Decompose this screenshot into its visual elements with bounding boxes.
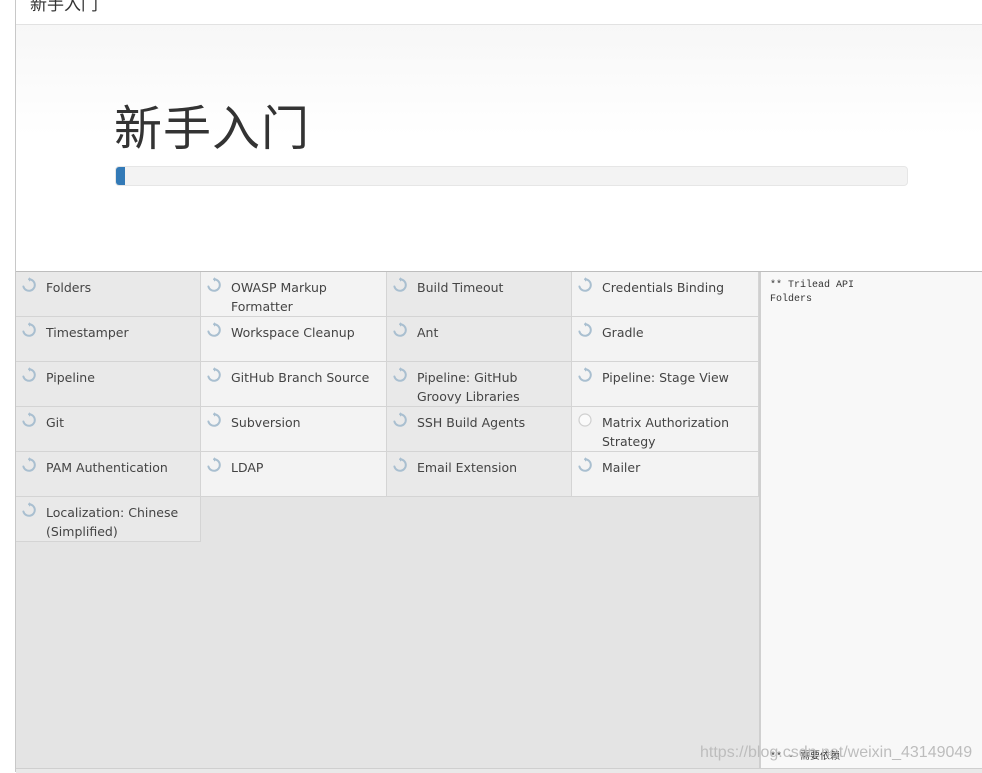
page-title: 新手入门 xyxy=(114,101,311,157)
window-title: 新手入门 xyxy=(30,0,98,15)
plugin-name: Pipeline xyxy=(46,370,95,385)
refresh-icon xyxy=(206,412,222,428)
plugin-item: Matrix Authorization Strategy xyxy=(572,407,759,452)
refresh-icon xyxy=(21,322,37,338)
plugin-install-panel: Folders OWASP Markup Formatter Build Timeo… xyxy=(16,272,760,772)
plugin-item: Mailer xyxy=(572,452,759,497)
install-log-panel: ** Trilead API Folders ** - 需要依赖 xyxy=(760,272,982,772)
refresh-icon xyxy=(21,502,37,518)
plugin-grid: Folders OWASP Markup Formatter Build Timeo… xyxy=(16,272,759,542)
watermark: https://blog.csdn.net/weixin_43149049 xyxy=(700,744,973,761)
plugin-name: Pipeline: GitHub Groovy Libraries xyxy=(417,370,520,404)
refresh-icon xyxy=(577,367,593,383)
plugin-item: Credentials Binding xyxy=(572,272,759,317)
plugin-name: SSH Build Agents xyxy=(417,415,526,430)
plugin-item: OWASP Markup Formatter xyxy=(201,272,387,317)
bottom-border xyxy=(16,768,982,773)
plugin-item: Workspace Cleanup xyxy=(201,317,387,362)
log-line: Folders xyxy=(770,294,813,305)
refresh-icon xyxy=(577,277,593,293)
refresh-icon xyxy=(206,367,222,383)
plugin-name: Folders xyxy=(46,280,92,295)
refresh-icon xyxy=(206,277,222,293)
plugin-item: SSH Build Agents xyxy=(387,407,572,452)
plugin-name: Timestamper xyxy=(46,325,129,340)
plugin-name: Build Timeout xyxy=(417,280,504,295)
plugin-name: GitHub Branch Source xyxy=(231,370,370,385)
plugin-item: Build Timeout xyxy=(387,272,572,317)
plugin-name: Git xyxy=(46,415,65,430)
plugin-name: Ant xyxy=(417,325,439,340)
refresh-icon xyxy=(577,322,593,338)
plugin-item: GitHub Branch Source xyxy=(201,362,387,407)
plugin-name: Gradle xyxy=(602,325,644,340)
plugin-name: Matrix Authorization Strategy xyxy=(602,415,730,449)
plugin-name: Mailer xyxy=(602,460,641,475)
plugin-item: Pipeline xyxy=(16,362,201,407)
plugin-item: Email Extension xyxy=(387,452,572,497)
plugin-item: Folders xyxy=(16,272,201,317)
title-bar: 新手入门 xyxy=(16,0,982,25)
plugin-item: Git xyxy=(16,407,201,452)
refresh-icon xyxy=(392,367,408,383)
plugin-name: Localization: Chinese (Simplified) xyxy=(46,505,179,539)
plugin-item: Ant xyxy=(387,317,572,362)
refresh-icon xyxy=(577,457,593,473)
refresh-icon xyxy=(392,412,408,428)
plugin-name: OWASP Markup Formatter xyxy=(231,280,327,314)
circle-icon xyxy=(577,412,593,428)
log-line: ** Trilead API xyxy=(770,280,855,291)
refresh-icon xyxy=(206,322,222,338)
plugin-item: PAM Authentication xyxy=(16,452,201,497)
plugin-item: Subversion xyxy=(201,407,387,452)
install-progress-bar xyxy=(115,166,908,186)
refresh-icon xyxy=(392,457,408,473)
plugin-item: Timestamper xyxy=(16,317,201,362)
plugin-item: Pipeline: Stage View xyxy=(572,362,759,407)
plugin-item: LDAP xyxy=(201,452,387,497)
progress-fill xyxy=(116,167,126,185)
refresh-icon xyxy=(206,457,222,473)
refresh-icon xyxy=(21,412,37,428)
plugin-name: Workspace Cleanup xyxy=(231,325,355,340)
plugin-item: Pipeline: GitHub Groovy Libraries xyxy=(387,362,572,407)
refresh-icon xyxy=(21,277,37,293)
refresh-icon xyxy=(392,277,408,293)
window-left-edge xyxy=(0,0,16,772)
plugin-name: PAM Authentication xyxy=(46,460,168,475)
setup-header: 新手入门 xyxy=(16,25,982,272)
plugin-item: Localization: Chinese (Simplified) xyxy=(16,497,201,542)
plugin-name: Credentials Binding xyxy=(602,280,725,295)
plugin-name: Pipeline: Stage View xyxy=(602,370,729,385)
refresh-icon xyxy=(392,322,408,338)
plugin-item: Gradle xyxy=(572,317,759,362)
plugin-name: Subversion xyxy=(231,415,301,430)
refresh-icon xyxy=(21,367,37,383)
plugin-name: Email Extension xyxy=(417,460,518,475)
refresh-icon xyxy=(21,457,37,473)
plugin-name: LDAP xyxy=(231,460,264,475)
